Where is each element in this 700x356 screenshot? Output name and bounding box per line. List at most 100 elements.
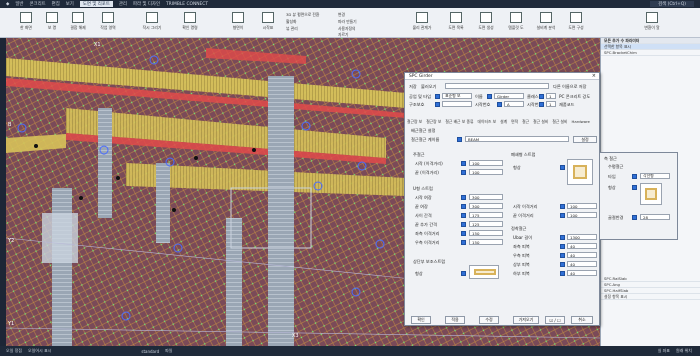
preset-select[interactable] xyxy=(445,83,549,89)
start-no2-field[interactable]: 1 xyxy=(546,101,556,107)
tab-7[interactable]: 철근 xyxy=(522,119,529,125)
ribbon-button-8[interactable]: 시작표 xyxy=(256,10,280,36)
name-checkbox[interactable] xyxy=(487,94,492,99)
anchor-row-2-checkbox[interactable] xyxy=(560,244,565,249)
save-button[interactable]: 저장 xyxy=(409,84,417,90)
rebar-set-select[interactable]: BEAM xyxy=(465,136,569,142)
start-no2-checkbox[interactable] xyxy=(539,102,544,107)
upper-rebar-shape-preview[interactable] xyxy=(469,265,499,279)
anchor-row-4-field[interactable]: 40 xyxy=(567,261,597,267)
search-input[interactable]: 검색 (Ctrl+Q) xyxy=(650,1,694,7)
ribbon-right-6[interactable]: 도면 구성 xyxy=(564,10,588,36)
select-checkbox[interactable] xyxy=(457,137,462,142)
status-item-5[interactable]: 실 좌표 xyxy=(658,348,670,354)
status-item-3[interactable]: standard xyxy=(141,349,159,354)
start-no-field[interactable]: A xyxy=(504,101,524,107)
stirrup-row-2-checkbox[interactable] xyxy=(461,204,466,209)
main-rebar-start-checkbox[interactable] xyxy=(461,161,466,166)
main-rebar-start-field[interactable]: 100 xyxy=(469,160,503,166)
ok-button[interactable]: 확인 xyxy=(411,316,431,324)
stirrup-row-1-field[interactable]: 300 xyxy=(469,194,503,200)
side-rebar-shape-checkbox[interactable] xyxy=(632,185,637,190)
type-checkbox[interactable] xyxy=(435,94,440,99)
anchor-row-3-checkbox[interactable] xyxy=(560,253,565,258)
save-as-button[interactable]: 다른 이름으로 저장 xyxy=(553,84,586,90)
closed-stirrup-end-field[interactable]: 100 xyxy=(567,212,597,218)
anchor-row-3-field[interactable]: 40 xyxy=(567,252,597,258)
anchor-row-5-field[interactable]: 40 xyxy=(567,270,597,276)
name-field[interactable]: Girder xyxy=(494,93,524,99)
stirrup-row-5-checkbox[interactable] xyxy=(461,231,466,236)
tab-2[interactable]: 철근량 보 xyxy=(426,119,441,125)
tab-10[interactable]: Hardware xyxy=(572,119,590,125)
upper-rebar-checkbox[interactable] xyxy=(461,271,466,276)
menu-file[interactable]: 일반 xyxy=(15,1,23,7)
menu-drawings[interactable]: 도면 및 리포트 xyxy=(79,1,113,7)
menu-edit[interactable]: 편집 xyxy=(52,1,60,7)
stirrup-row-6-checkbox[interactable] xyxy=(461,240,466,245)
modify-button[interactable]: 수정 xyxy=(479,316,499,324)
ribbon-button-5[interactable]: 작시 그리기 xyxy=(140,10,164,36)
anchor-row-1-checkbox[interactable] xyxy=(560,235,565,240)
ribbon-right-1[interactable]: 물리 관계가 xyxy=(410,10,434,36)
side-rebar-radius-field[interactable]: 28 xyxy=(640,214,670,220)
ribbon-small-1[interactable]: 3D 뷰 평면으로 전환 xyxy=(286,12,319,18)
stirrup-row-1-checkbox[interactable] xyxy=(461,195,466,200)
ribbon-right-3[interactable]: 도면 생성 xyxy=(474,10,498,36)
side-rebar-radius-checkbox[interactable] xyxy=(632,215,637,220)
main-rebar-end-checkbox[interactable] xyxy=(461,170,466,175)
ribbon-right-4[interactable]: 템플릿 도 xyxy=(504,10,528,36)
anchor-row-2-field[interactable]: 40 xyxy=(567,243,597,249)
ribbon-button-2[interactable]: 보 명 xyxy=(40,10,64,36)
tab-1[interactable]: 철근량 보 xyxy=(407,119,422,125)
class-checkbox[interactable] xyxy=(539,94,544,99)
ribbon-button-7[interactable]: 형면이 xyxy=(226,10,250,36)
menu-params[interactable]: 파라 및 디자인 xyxy=(133,1,160,7)
tab-3[interactable]: 철근 배근 보 종류 xyxy=(445,119,473,125)
protection-checkbox[interactable] xyxy=(435,102,440,107)
anchor-row-1-field[interactable]: 1300 xyxy=(567,234,597,240)
anchor-row-4-checkbox[interactable] xyxy=(560,262,565,267)
toggle-button[interactable]: ☑ / ☐ xyxy=(545,316,565,324)
right-panel-item-5[interactable]: 설정 항목 표시 xyxy=(601,294,700,300)
tab-4[interactable]: 데이터즈 보 xyxy=(477,119,496,125)
closed-stirrup-checkbox[interactable] xyxy=(560,165,565,170)
stirrup-row-2-field[interactable]: 300 xyxy=(469,203,503,209)
closed-stirrup-end-checkbox[interactable] xyxy=(560,213,565,218)
menu-concrete[interactable]: 콘크리트 xyxy=(29,1,45,7)
start-no-checkbox[interactable] xyxy=(497,102,502,107)
stirrup-row-5-field[interactable]: 150 xyxy=(469,230,503,236)
ribbon-button-6[interactable]: 확인 명령 xyxy=(178,10,202,36)
menu-view[interactable]: 보기 xyxy=(66,1,74,7)
anchor-row-5-checkbox[interactable] xyxy=(560,271,565,276)
stirrup-row-4-field[interactable]: 125 xyxy=(469,221,503,227)
closed-stirrup-shape-preview[interactable] xyxy=(567,159,593,185)
stirrup-row-3-checkbox[interactable] xyxy=(461,213,466,218)
stirrup-row-3-field[interactable]: 175 xyxy=(469,212,503,218)
ribbon-right-5[interactable]: 설비계 분석 xyxy=(534,10,558,36)
ribbon-button-1[interactable]: 한 화면 xyxy=(14,10,38,36)
ribbon-right-7[interactable]: 변환이 알 xyxy=(640,10,664,36)
class-field[interactable]: 1 xyxy=(546,93,556,99)
ribbon-small-2[interactable]: 활성화 xyxy=(286,19,296,25)
ribbon-small-5[interactable]: 파라 만들기 xyxy=(338,19,357,25)
apply-button[interactable]: 적용 xyxy=(445,316,465,324)
ribbon-small-3[interactable]: 뷰 관리 xyxy=(286,26,298,32)
closed-stirrup-start-field[interactable]: 100 xyxy=(567,203,597,209)
status-item-6[interactable]: 원래 위치 xyxy=(676,348,692,354)
ribbon-button-4[interactable]: 작업 영역 xyxy=(96,10,120,36)
tab-5[interactable]: 설계 xyxy=(500,119,507,125)
tab-9[interactable]: 철근 설비 xyxy=(552,119,567,125)
side-rebar-type-checkbox[interactable] xyxy=(632,174,637,179)
settings-button[interactable]: 설정 xyxy=(573,136,597,143)
load-button[interactable]: 불러오기 xyxy=(421,84,436,90)
protection-field[interactable] xyxy=(442,101,472,107)
type-field[interactable]: 표준형 보 xyxy=(442,93,472,99)
main-rebar-end-field[interactable]: 100 xyxy=(469,169,503,175)
ribbon-right-2[interactable]: 도면 목록 xyxy=(444,10,468,36)
menu-manage[interactable]: 관리 xyxy=(119,1,127,7)
ribbon-button-3[interactable]: 결합 해제 xyxy=(66,10,90,36)
app-icon[interactable]: ◆ xyxy=(6,2,9,7)
closed-stirrup-start-checkbox[interactable] xyxy=(560,204,565,209)
tab-8[interactable]: 철근 설비 xyxy=(533,119,548,125)
